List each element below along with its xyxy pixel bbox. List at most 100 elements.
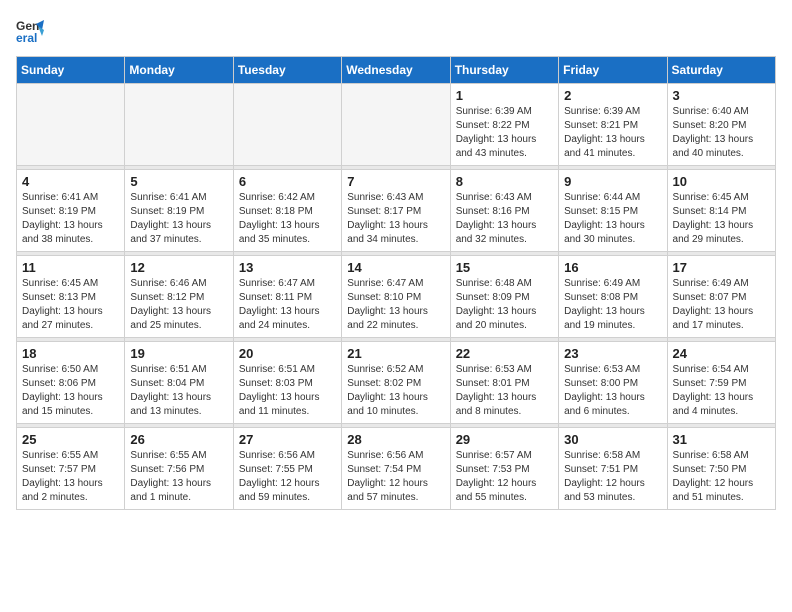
- day-cell: [17, 84, 125, 166]
- day-number: 11: [22, 260, 119, 275]
- day-info: Sunrise: 6:43 AM Sunset: 8:17 PM Dayligh…: [347, 191, 444, 247]
- day-cell: 21 Sunrise: 6:52 AM Sunset: 8:02 PM Dayli…: [342, 342, 450, 424]
- day-cell: 11 Sunrise: 6:45 AM Sunset: 8:13 PM Dayli…: [17, 256, 125, 338]
- day-cell: 4 Sunrise: 6:41 AM Sunset: 8:19 PM Daylig…: [17, 170, 125, 252]
- day-info: Sunrise: 6:40 AM Sunset: 8:20 PM Dayligh…: [673, 105, 770, 161]
- weekday-header-monday: Monday: [125, 57, 233, 84]
- day-cell: 15Sunrise: 6:48 AM Sunset: 8:09 PM Dayli…: [450, 256, 558, 338]
- day-info: Sunrise: 6:55 AM Sunset: 7:56 PM Dayligh…: [130, 449, 227, 505]
- day-number: 17: [673, 260, 770, 275]
- day-info: Sunrise: 6:58 AM Sunset: 7:51 PM Dayligh…: [564, 449, 661, 505]
- day-info: Sunrise: 6:54 AM Sunset: 7:59 PM Dayligh…: [673, 363, 770, 419]
- day-cell: 13 Sunrise: 6:47 AM Sunset: 8:11 PM Dayli…: [233, 256, 341, 338]
- day-info: Sunrise: 6:47 AM Sunset: 8:10 PM Dayligh…: [347, 277, 444, 333]
- day-number: 5: [130, 174, 227, 189]
- day-cell: 5Sunrise: 6:41 AM Sunset: 8:19 PM Daylig…: [125, 170, 233, 252]
- week-row-4: 18Sunrise: 6:50 AM Sunset: 8:06 PM Dayli…: [17, 342, 776, 424]
- week-row-3: 11 Sunrise: 6:45 AM Sunset: 8:13 PM Dayli…: [17, 256, 776, 338]
- calendar: SundayMondayTuesdayWednesdayThursdayFrid…: [16, 56, 776, 510]
- day-info: Sunrise: 6:51 AM Sunset: 8:04 PM Dayligh…: [130, 363, 227, 419]
- day-number: 12: [130, 260, 227, 275]
- weekday-header-saturday: Saturday: [667, 57, 775, 84]
- day-info: Sunrise: 6:45 AM Sunset: 8:14 PM Dayligh…: [673, 191, 770, 247]
- day-cell: 8 Sunrise: 6:43 AM Sunset: 8:16 PM Daylig…: [450, 170, 558, 252]
- day-cell: [342, 84, 450, 166]
- day-info: Sunrise: 6:51 AM Sunset: 8:03 PM Dayligh…: [239, 363, 336, 419]
- week-row-1: 1 Sunrise: 6:39 AM Sunset: 8:22 PM Daylig…: [17, 84, 776, 166]
- day-cell: 7 Sunrise: 6:43 AM Sunset: 8:17 PM Daylig…: [342, 170, 450, 252]
- day-cell: 14 Sunrise: 6:47 AM Sunset: 8:10 PM Dayli…: [342, 256, 450, 338]
- weekday-header-sunday: Sunday: [17, 57, 125, 84]
- day-info: Sunrise: 6:44 AM Sunset: 8:15 PM Dayligh…: [564, 191, 661, 247]
- day-info: Sunrise: 6:39 AM Sunset: 8:22 PM Dayligh…: [456, 105, 553, 161]
- day-info: Sunrise: 6:58 AM Sunset: 7:50 PM Dayligh…: [673, 449, 770, 505]
- day-info: Sunrise: 6:45 AM Sunset: 8:13 PM Dayligh…: [22, 277, 119, 333]
- day-number: 4: [22, 174, 119, 189]
- day-number: 10: [673, 174, 770, 189]
- day-number: 8: [456, 174, 553, 189]
- day-cell: 28Sunrise: 6:56 AM Sunset: 7:54 PM Dayli…: [342, 428, 450, 510]
- day-number: 19: [130, 346, 227, 361]
- day-number: 25: [22, 432, 119, 447]
- logo-icon: Gen eral: [16, 16, 44, 44]
- day-cell: 17 Sunrise: 6:49 AM Sunset: 8:07 PM Dayli…: [667, 256, 775, 338]
- weekday-header-wednesday: Wednesday: [342, 57, 450, 84]
- day-number: 29: [456, 432, 553, 447]
- day-number: 26: [130, 432, 227, 447]
- day-number: 13: [239, 260, 336, 275]
- day-number: 28: [347, 432, 444, 447]
- day-number: 30: [564, 432, 661, 447]
- day-cell: 9 Sunrise: 6:44 AM Sunset: 8:15 PM Daylig…: [559, 170, 667, 252]
- header: Gen eral: [16, 16, 776, 44]
- day-number: 9: [564, 174, 661, 189]
- day-info: Sunrise: 6:57 AM Sunset: 7:53 PM Dayligh…: [456, 449, 553, 505]
- day-cell: 26 Sunrise: 6:55 AM Sunset: 7:56 PM Dayli…: [125, 428, 233, 510]
- day-info: Sunrise: 6:42 AM Sunset: 8:18 PM Dayligh…: [239, 191, 336, 247]
- day-number: 16: [564, 260, 661, 275]
- weekday-header-row: SundayMondayTuesdayWednesdayThursdayFrid…: [17, 57, 776, 84]
- day-info: Sunrise: 6:47 AM Sunset: 8:11 PM Dayligh…: [239, 277, 336, 333]
- day-number: 23: [564, 346, 661, 361]
- day-number: 7: [347, 174, 444, 189]
- week-row-5: 25Sunrise: 6:55 AM Sunset: 7:57 PM Dayli…: [17, 428, 776, 510]
- day-info: Sunrise: 6:49 AM Sunset: 8:07 PM Dayligh…: [673, 277, 770, 333]
- day-cell: 18Sunrise: 6:50 AM Sunset: 8:06 PM Dayli…: [17, 342, 125, 424]
- day-info: Sunrise: 6:49 AM Sunset: 8:08 PM Dayligh…: [564, 277, 661, 333]
- day-cell: [233, 84, 341, 166]
- day-cell: 10 Sunrise: 6:45 AM Sunset: 8:14 PM Dayli…: [667, 170, 775, 252]
- day-number: 27: [239, 432, 336, 447]
- day-cell: 30 Sunrise: 6:58 AM Sunset: 7:51 PM Dayli…: [559, 428, 667, 510]
- day-info: Sunrise: 6:52 AM Sunset: 8:02 PM Dayligh…: [347, 363, 444, 419]
- day-number: 1: [456, 88, 553, 103]
- day-cell: 24 Sunrise: 6:54 AM Sunset: 7:59 PM Dayli…: [667, 342, 775, 424]
- day-cell: 29 Sunrise: 6:57 AM Sunset: 7:53 PM Dayli…: [450, 428, 558, 510]
- logo: Gen eral: [16, 16, 48, 44]
- day-cell: 2Sunrise: 6:39 AM Sunset: 8:21 PM Daylig…: [559, 84, 667, 166]
- day-number: 24: [673, 346, 770, 361]
- day-number: 3: [673, 88, 770, 103]
- weekday-header-friday: Friday: [559, 57, 667, 84]
- day-cell: 31 Sunrise: 6:58 AM Sunset: 7:50 PM Dayli…: [667, 428, 775, 510]
- day-cell: 1 Sunrise: 6:39 AM Sunset: 8:22 PM Daylig…: [450, 84, 558, 166]
- day-number: 31: [673, 432, 770, 447]
- day-cell: 22Sunrise: 6:53 AM Sunset: 8:01 PM Dayli…: [450, 342, 558, 424]
- day-number: 18: [22, 346, 119, 361]
- day-cell: 6Sunrise: 6:42 AM Sunset: 8:18 PM Daylig…: [233, 170, 341, 252]
- day-info: Sunrise: 6:53 AM Sunset: 8:00 PM Dayligh…: [564, 363, 661, 419]
- day-number: 21: [347, 346, 444, 361]
- day-cell: 19 Sunrise: 6:51 AM Sunset: 8:04 PM Dayli…: [125, 342, 233, 424]
- day-number: 14: [347, 260, 444, 275]
- day-info: Sunrise: 6:56 AM Sunset: 7:55 PM Dayligh…: [239, 449, 336, 505]
- day-cell: 3 Sunrise: 6:40 AM Sunset: 8:20 PM Daylig…: [667, 84, 775, 166]
- day-info: Sunrise: 6:41 AM Sunset: 8:19 PM Dayligh…: [22, 191, 119, 247]
- day-number: 20: [239, 346, 336, 361]
- day-cell: 12Sunrise: 6:46 AM Sunset: 8:12 PM Dayli…: [125, 256, 233, 338]
- day-cell: [125, 84, 233, 166]
- weekday-header-tuesday: Tuesday: [233, 57, 341, 84]
- day-cell: 25Sunrise: 6:55 AM Sunset: 7:57 PM Dayli…: [17, 428, 125, 510]
- svg-text:eral: eral: [16, 31, 37, 44]
- day-info: Sunrise: 6:43 AM Sunset: 8:16 PM Dayligh…: [456, 191, 553, 247]
- day-info: Sunrise: 6:39 AM Sunset: 8:21 PM Dayligh…: [564, 105, 661, 161]
- day-info: Sunrise: 6:48 AM Sunset: 8:09 PM Dayligh…: [456, 277, 553, 333]
- day-cell: 20 Sunrise: 6:51 AM Sunset: 8:03 PM Dayli…: [233, 342, 341, 424]
